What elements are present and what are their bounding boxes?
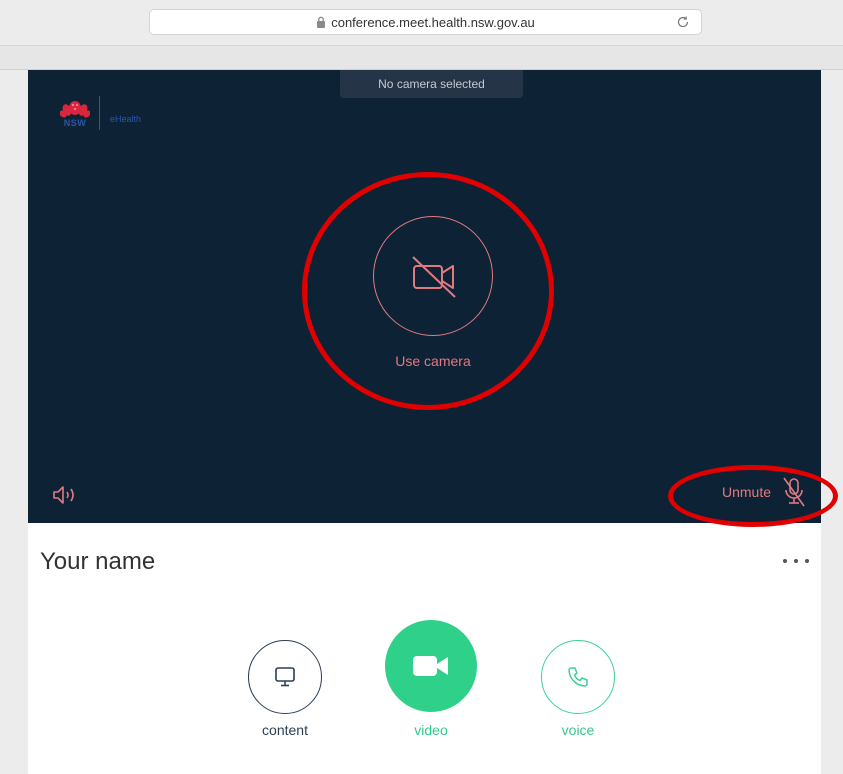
video-circle[interactable] <box>385 620 477 712</box>
content-label: content <box>262 722 308 738</box>
tab-strip <box>0 46 843 70</box>
nsw-waratah-logo: NSW <box>60 99 90 128</box>
ehealth-logo-text: eHealth <box>110 114 142 124</box>
use-camera-label: Use camera <box>395 353 471 369</box>
video-camera-icon <box>413 656 448 676</box>
call-controls: content video voice <box>28 620 821 750</box>
phone-icon <box>568 667 588 687</box>
waratah-icon <box>60 100 90 118</box>
nsw-logo-text: NSW <box>63 117 87 128</box>
conference-page: No camera selected NSW eHealth Use camer… <box>28 70 821 774</box>
camera-off-circle[interactable] <box>373 216 493 336</box>
more-icon[interactable] <box>783 551 809 571</box>
participant-row: Your name <box>28 523 821 605</box>
nsw-ehealth-logo: NSW eHealth <box>60 96 141 130</box>
video-label: video <box>414 722 448 738</box>
voice-circle[interactable] <box>541 640 615 714</box>
participant-name: Your name <box>40 548 156 575</box>
camera-status-banner: No camera selected <box>340 70 523 98</box>
voice-label: voice <box>561 722 595 738</box>
logo-divider <box>99 96 100 130</box>
voice-button[interactable]: voice <box>541 640 615 738</box>
unmute-label: Unmute <box>721 484 771 500</box>
speaker-icon[interactable] <box>52 484 82 506</box>
address-bar[interactable]: conference.meet.health.nsw.gov.au <box>149 9 702 35</box>
content-button[interactable]: content <box>248 640 322 738</box>
reload-icon[interactable] <box>675 14 691 30</box>
video-preview: No camera selected NSW eHealth Use camer… <box>28 70 821 523</box>
video-button[interactable]: video <box>385 620 477 738</box>
unmute-button[interactable]: Unmute <box>722 476 807 508</box>
use-camera-button[interactable]: Use camera <box>373 216 493 376</box>
lock-icon <box>316 16 326 28</box>
mic-off-icon <box>783 477 805 507</box>
camera-off-icon <box>412 256 456 298</box>
monitor-icon <box>275 667 295 687</box>
url-text: conference.meet.health.nsw.gov.au <box>331 14 535 30</box>
browser-toolbar: conference.meet.health.nsw.gov.au <box>0 0 843 46</box>
content-circle[interactable] <box>248 640 322 714</box>
